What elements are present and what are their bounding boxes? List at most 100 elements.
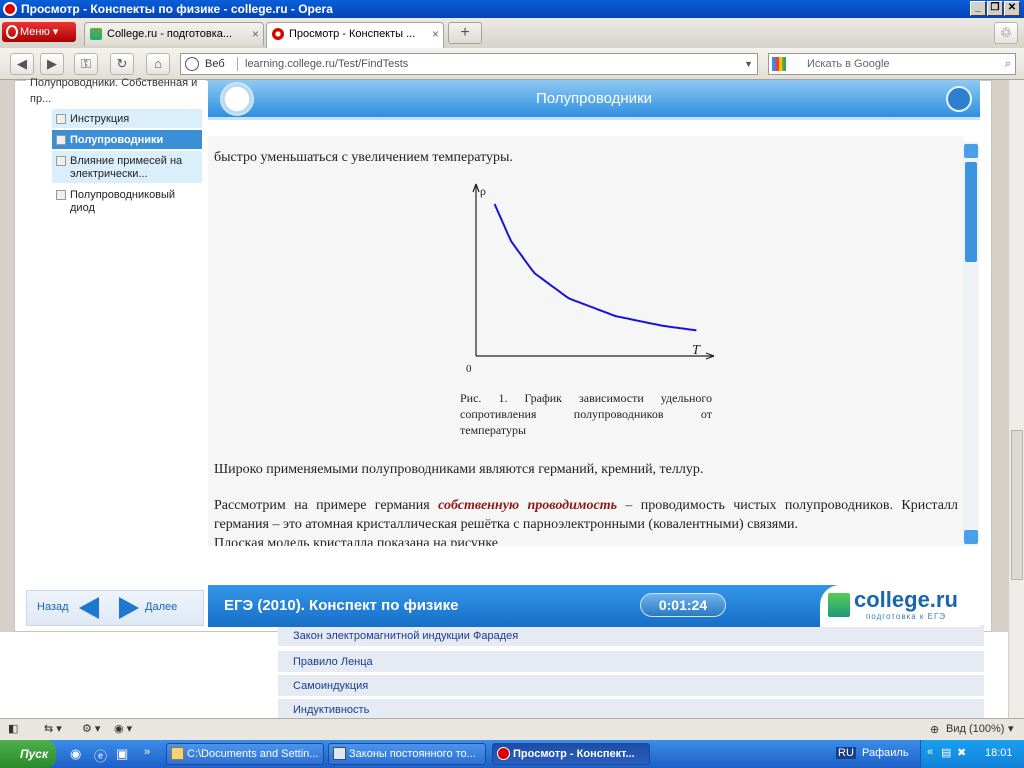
scrollbar-thumb[interactable] xyxy=(965,162,977,262)
axis-y-label: ρ xyxy=(480,184,486,198)
nav-item-instruction[interactable]: Инструкция xyxy=(52,109,202,129)
checkbox-icon xyxy=(56,135,66,145)
paragraph: Рассмотрим на примере германия собственн… xyxy=(214,496,958,534)
key-icon[interactable]: ⚿ xyxy=(74,53,98,75)
minimize-button[interactable]: _ xyxy=(970,1,986,16)
close-button[interactable]: ✕ xyxy=(1004,1,1020,16)
nav-item-impurities[interactable]: Влияние примесей на электрически... xyxy=(52,151,202,184)
chevron-left-icon[interactable]: « xyxy=(927,746,933,758)
nav-item-label: Полупроводниковый диод xyxy=(70,189,176,214)
ie-icon[interactable]: ⓔ xyxy=(94,746,107,765)
new-tab-button[interactable]: + xyxy=(448,22,482,44)
arrow-right-icon[interactable] xyxy=(119,597,139,619)
panel-toggle-icon[interactable]: ◧ xyxy=(8,722,18,735)
task-word[interactable]: Законы постоянного то... xyxy=(328,743,486,765)
search-placeholder: Искать в Google xyxy=(807,58,890,70)
start-button[interactable]: Пуск xyxy=(0,740,56,768)
logo-subtitle: подготовка к ЕГЭ xyxy=(866,612,947,621)
tab-konspekty[interactable]: Просмотр - Конспекты ... × xyxy=(266,22,444,48)
opera-menu-button[interactable]: Меню ▾ xyxy=(2,22,76,42)
back-button[interactable]: Назад xyxy=(37,601,69,613)
nav-item-label: Полупроводники xyxy=(70,134,164,146)
network-icon[interactable]: ▤ xyxy=(941,746,951,759)
paragraph: Плоская модель кристалла показана на рис… xyxy=(214,536,499,546)
list-item[interactable]: Самоиндукция xyxy=(278,674,984,696)
word-icon xyxy=(333,747,346,760)
window-title: Просмотр - Конспекты по физике - college… xyxy=(21,2,333,16)
checkbox-icon xyxy=(56,190,66,200)
lesson-scrollbar[interactable] xyxy=(963,142,979,546)
trash-icon[interactable]: ♲ xyxy=(994,22,1018,44)
axis-x-label: T xyxy=(692,343,700,358)
folder-icon xyxy=(171,747,184,760)
chevron-right-icon[interactable]: » xyxy=(144,746,150,758)
back-icon[interactable]: ◀ xyxy=(10,53,34,75)
lesson-header: Полупроводники xyxy=(208,80,980,120)
search-input[interactable]: Искать в Google ⌕ xyxy=(768,53,1016,75)
logo-text: college.ru xyxy=(854,587,958,612)
tab-close-icon[interactable]: × xyxy=(252,23,259,45)
url-input[interactable]: Веб learning.college.ru/Test/FindTests ▼ xyxy=(180,53,758,75)
nav-item-label: Влияние примесей на электрически... xyxy=(70,155,183,180)
college-favicon-icon xyxy=(90,28,102,40)
chart-series-line xyxy=(493,203,697,332)
opera-icon xyxy=(3,2,17,16)
tab-close-icon[interactable]: × xyxy=(432,23,439,45)
google-icon[interactable] xyxy=(772,57,786,71)
lesson-body: … быстро уменьшаться с увеличением темпе… xyxy=(208,136,964,546)
task-opera[interactable]: Просмотр - Конспект... xyxy=(492,743,650,765)
chevron-down-icon[interactable]: ▾ xyxy=(1008,722,1014,735)
chevron-down-icon[interactable]: ▼ xyxy=(744,54,753,74)
title-bar: Просмотр - Конспекты по физике - college… xyxy=(0,0,1024,18)
lesson-text-top: быстро уменьшаться с увеличением темпера… xyxy=(214,150,513,165)
scroll-down-icon[interactable] xyxy=(964,530,978,544)
clock: 18:01 xyxy=(985,747,1013,759)
scroll-up-icon[interactable] xyxy=(964,144,978,158)
status-bar: ◧ ⇆ ▾ ⚙ ▾ ◉ ▾ ⊕ Вид (100%) ▾ xyxy=(0,718,1024,740)
nav-item-diode[interactable]: Полупроводниковый диод xyxy=(52,185,202,218)
url-text: learning.college.ru/Test/FindTests xyxy=(245,58,409,70)
next-button[interactable]: Далее xyxy=(145,601,177,613)
tab-college[interactable]: College.ru - подготовка... × xyxy=(84,22,264,46)
menu-label: Меню xyxy=(20,26,50,38)
college-logo[interactable]: college.ru подготовка к ЕГЭ xyxy=(820,585,980,627)
grid-icon[interactable] xyxy=(946,86,972,112)
list-item[interactable]: Правило Ленца xyxy=(278,650,984,672)
list-item[interactable]: Закон электромагнитной индукции Фарадея xyxy=(278,624,984,646)
reload-icon[interactable]: ↻ xyxy=(110,53,134,75)
forward-icon[interactable]: ▶ xyxy=(40,53,64,75)
timer: 0:01:24 xyxy=(640,593,726,617)
tab-label: Просмотр - Конспекты ... xyxy=(289,28,416,40)
unite-icon[interactable]: ⚙ ▾ xyxy=(82,722,100,735)
media-icon[interactable]: ◉ xyxy=(70,746,81,762)
origin-label: 0 xyxy=(466,363,472,375)
system-tray: « ▤ ✖ 18:01 xyxy=(920,740,1024,768)
task-label: Просмотр - Конспект... xyxy=(513,748,635,760)
task-explorer[interactable]: C:\Documents and Settin... xyxy=(166,743,324,765)
arrow-left-icon[interactable] xyxy=(79,597,99,619)
zoom-icon[interactable]: ⊕ xyxy=(930,723,939,736)
nav-top-item[interactable]: Полупроводники. Собственная и пр... xyxy=(30,75,202,107)
language-indicator[interactable]: RU xyxy=(836,747,856,759)
turbo-icon[interactable]: ◉ ▾ xyxy=(114,722,132,735)
tab-label: College.ru - подготовка... xyxy=(107,28,233,40)
search-icon[interactable]: ⌕ xyxy=(1005,54,1011,74)
paragraph: Широко применяемыми полупроводниками явл… xyxy=(214,462,704,477)
maximize-button[interactable]: ❐ xyxy=(987,1,1003,16)
taskbar: Пуск ◉ ⓔ ▣ » C:\Documents and Settin... … xyxy=(0,740,1024,768)
lesson-title: Полупроводники xyxy=(535,90,653,107)
lesson-icon[interactable] xyxy=(220,82,254,116)
page-scrollbar[interactable] xyxy=(1008,80,1024,718)
security-icon[interactable]: ✖ xyxy=(957,746,966,759)
scrollbar-thumb[interactable] xyxy=(1011,430,1023,580)
term-link[interactable]: собственную проводимость xyxy=(438,498,617,513)
home-icon[interactable]: ⌂ xyxy=(146,53,170,75)
sync-icon[interactable]: ⇆ ▾ xyxy=(44,722,62,735)
zoom-level[interactable]: Вид (100%) xyxy=(946,723,1004,735)
desktop-icon[interactable]: ▣ xyxy=(116,746,128,762)
lesson-footer: ЕГЭ (2010). Конспект по физике 0:01:24 c… xyxy=(208,585,980,627)
list-item[interactable]: Индуктивность xyxy=(278,698,984,720)
nav-item-semiconductors[interactable]: Полупроводники xyxy=(52,130,202,150)
task-label: C:\Documents and Settin... xyxy=(187,748,319,760)
checkbox-icon xyxy=(56,156,66,166)
